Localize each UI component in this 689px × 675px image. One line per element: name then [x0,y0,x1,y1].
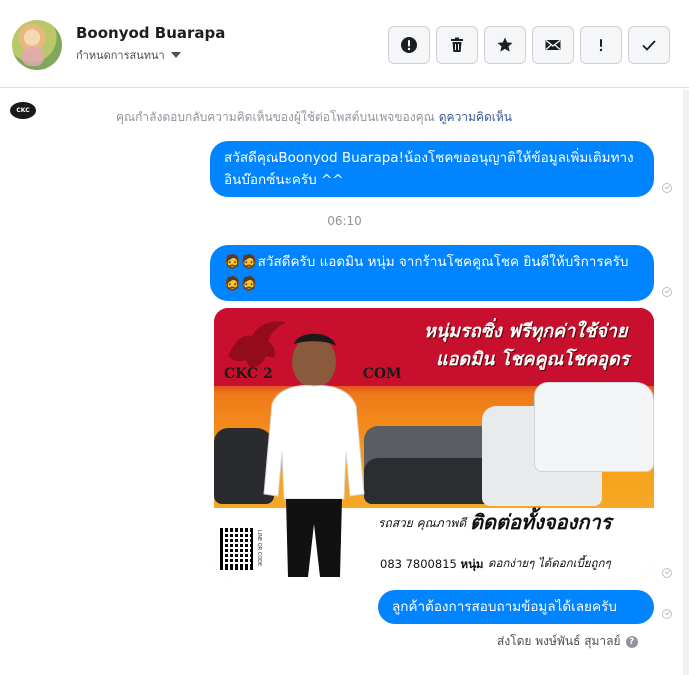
assign-label: กำหนดการสนทนา [76,49,165,62]
notice-text: คุณกำลังตอบกลับความคิดเห็นของผู้ใช้ต่อโพ… [116,110,435,124]
timestamp: 06:10 [327,214,362,228]
help-icon[interactable]: ? [625,635,638,648]
sent-by-label: ส่งโดย พงษ์พันธ์ สุมาลย์ ? [497,632,638,651]
contact-name[interactable]: Boonyod Buarapa [76,24,225,42]
conversation-header: Boonyod Buarapa กำหนดการสนทนา [0,0,689,88]
comment-reply-notice: คุณกำลังตอบกลับความคิดเห็นของผู้ใช้ต่อโพ… [116,108,512,127]
assign-conversation-dropdown[interactable]: กำหนดการสนทนา [76,46,181,64]
exclamation-circle-icon [401,37,417,53]
seen-indicator-icon [662,183,672,193]
thread-scrollbar[interactable] [683,90,689,675]
avatar[interactable] [12,20,62,70]
message-text: สวัสดีคุณBoonyod Buarapa!น้องโชคขออนุญาต… [224,150,634,188]
checkmark-icon [642,40,656,51]
message-bubble[interactable]: สวัสดีคุณBoonyod Buarapa!น้องโชคขออนุญาต… [210,141,654,197]
seen-indicator-icon [662,609,672,619]
seen-indicator-icon [662,287,672,297]
message-bubble[interactable]: 🧔🧔สวัสดีครับ แอดมิน หนุ่ม จากร้านโชคคูณโ… [210,245,654,301]
message-text: ลูกค้าต้องการสอบถามข้อมูลได้เลยครับ [392,599,617,615]
star-button[interactable] [484,26,526,64]
mark-spam-button[interactable] [388,26,430,64]
delete-button[interactable] [436,26,478,64]
envelope-icon [545,39,561,50]
mark-unread-button[interactable] [532,26,574,64]
message-text: 🧔🧔สวัสดีครับ แอดมิน หนุ่ม จากร้านโชคคูณโ… [224,254,629,292]
star-icon [497,37,513,52]
page-avatar-label: CKC [16,107,30,114]
car-graphic [534,382,654,472]
banner-slogan: ดอกง่ายๆ ได้ดอกเบี้ยถูกๆ [488,556,611,570]
image-attachment[interactable]: CKC 2 COM หนุ่มรถซิ่ง ฟรีทุกค่าใช้จ่าย แอ… [214,308,654,577]
mark-done-button[interactable] [628,26,670,64]
qr-code [220,528,254,570]
banner-headline-1: หนุ่มรถซิ่ง ฟรีทุกค่าใช้จ่าย [424,321,628,342]
follow-up-button[interactable] [580,26,622,64]
banner-headline-2: แอดมิน โชคคูณโชคอุดร [436,349,630,370]
page-avatar: CKC [10,102,36,119]
qr-label: LINE QR CODE [256,530,262,567]
sent-by-text: ส่งโดย พงษ์พันธ์ สุมาลย์ [497,634,621,648]
caret-down-icon [170,52,181,58]
banner-phone: 083 7800815 หนุ่ม [380,557,484,571]
person-figure [263,333,365,577]
seen-indicator-icon [662,568,672,578]
message-bubble[interactable]: ลูกค้าต้องการสอบถามข้อมูลได้เลยครับ [378,590,654,624]
trash-icon [451,37,463,52]
banner-brand-text: รถสวย คุณภาพดี [378,516,467,530]
banner-contact-text: ติดต่อทั้งจองการ [470,510,612,534]
view-comment-link[interactable]: ดูความคิดเห็น [439,110,512,124]
exclamation-icon [599,39,603,52]
